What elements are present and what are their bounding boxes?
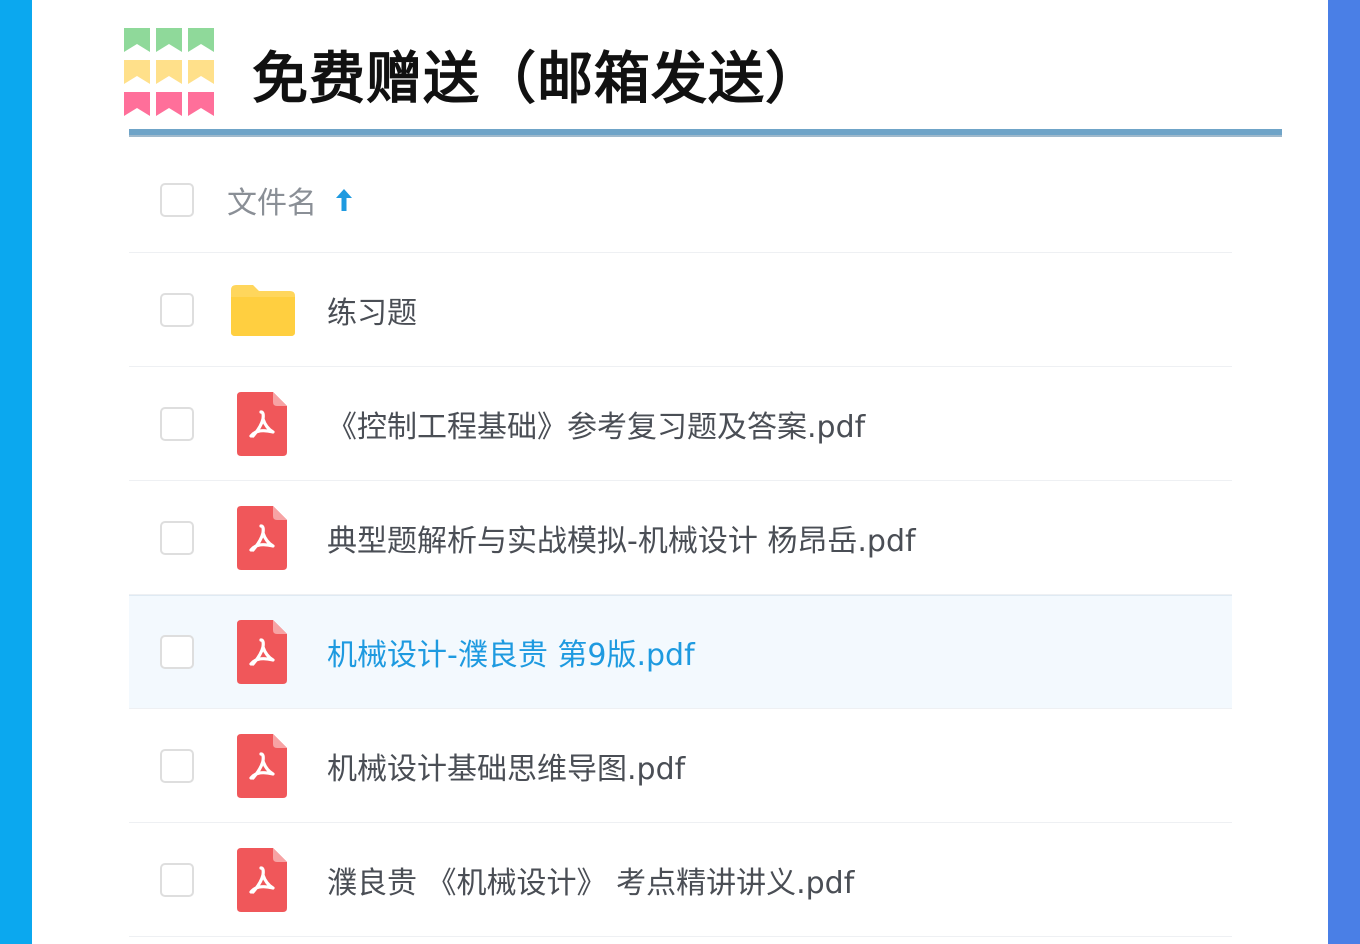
- row-checkbox[interactable]: [160, 635, 194, 669]
- pdf-icon: [233, 505, 289, 570]
- file-name-link[interactable]: 濮良贵 《机械设计》 考点精讲讲义.pdf: [327, 858, 854, 902]
- file-name-link[interactable]: 机械设计-濮良贵 第9版.pdf: [327, 630, 695, 674]
- header-divider: [129, 129, 1282, 137]
- file-name-link[interactable]: 《控制工程基础》参考复习题及答案.pdf: [327, 402, 865, 446]
- row-checkbox[interactable]: [160, 748, 194, 783]
- file-row[interactable]: 《控制工程基础》参考复习题及答案.pdf: [129, 367, 1232, 481]
- file-name-link[interactable]: 典型题解析与实战模拟-机械设计 杨昂岳.pdf: [327, 516, 916, 560]
- file-name-link[interactable]: 练习题: [327, 288, 417, 332]
- file-name-link[interactable]: 机械设计基础思维导图.pdf: [327, 744, 685, 788]
- arrow-up-icon[interactable]: [333, 187, 355, 213]
- file-row[interactable]: 机械设计基础思维导图.pdf: [129, 709, 1232, 823]
- row-checkbox[interactable]: [160, 862, 194, 897]
- folder-icon: [229, 282, 297, 338]
- file-row[interactable]: 濮良贵 《机械设计》 考点精讲讲义.pdf: [129, 823, 1232, 937]
- bunting-flags-icon: [124, 28, 214, 116]
- row-checkbox[interactable]: [160, 292, 194, 327]
- file-list-header: 文件名: [129, 148, 1232, 253]
- right-accent-stripe: [1328, 0, 1360, 944]
- file-row[interactable]: 典型题解析与实战模拟-机械设计 杨昂岳.pdf: [129, 481, 1232, 595]
- page-title: 免费赠送（邮箱发送）: [252, 47, 822, 112]
- file-list: 文件名 练习题《控制工程基础》参考复习题及答案.pdf 典型题解析与实战模拟-机械…: [129, 148, 1232, 937]
- pdf-icon: [233, 733, 289, 798]
- left-accent-stripe: [0, 0, 32, 944]
- file-row[interactable]: 练习题: [129, 253, 1232, 367]
- pdf-icon: [233, 620, 289, 684]
- select-all-checkbox[interactable]: [160, 183, 194, 217]
- row-checkbox[interactable]: [160, 406, 194, 441]
- pdf-icon: [233, 847, 289, 912]
- header: 免费赠送（邮箱发送）: [120, 22, 1280, 122]
- row-checkbox[interactable]: [160, 520, 194, 555]
- file-row[interactable]: 机械设计-濮良贵 第9版.pdf: [129, 595, 1232, 709]
- pdf-icon: [233, 391, 289, 456]
- column-header-filename[interactable]: 文件名: [227, 178, 317, 222]
